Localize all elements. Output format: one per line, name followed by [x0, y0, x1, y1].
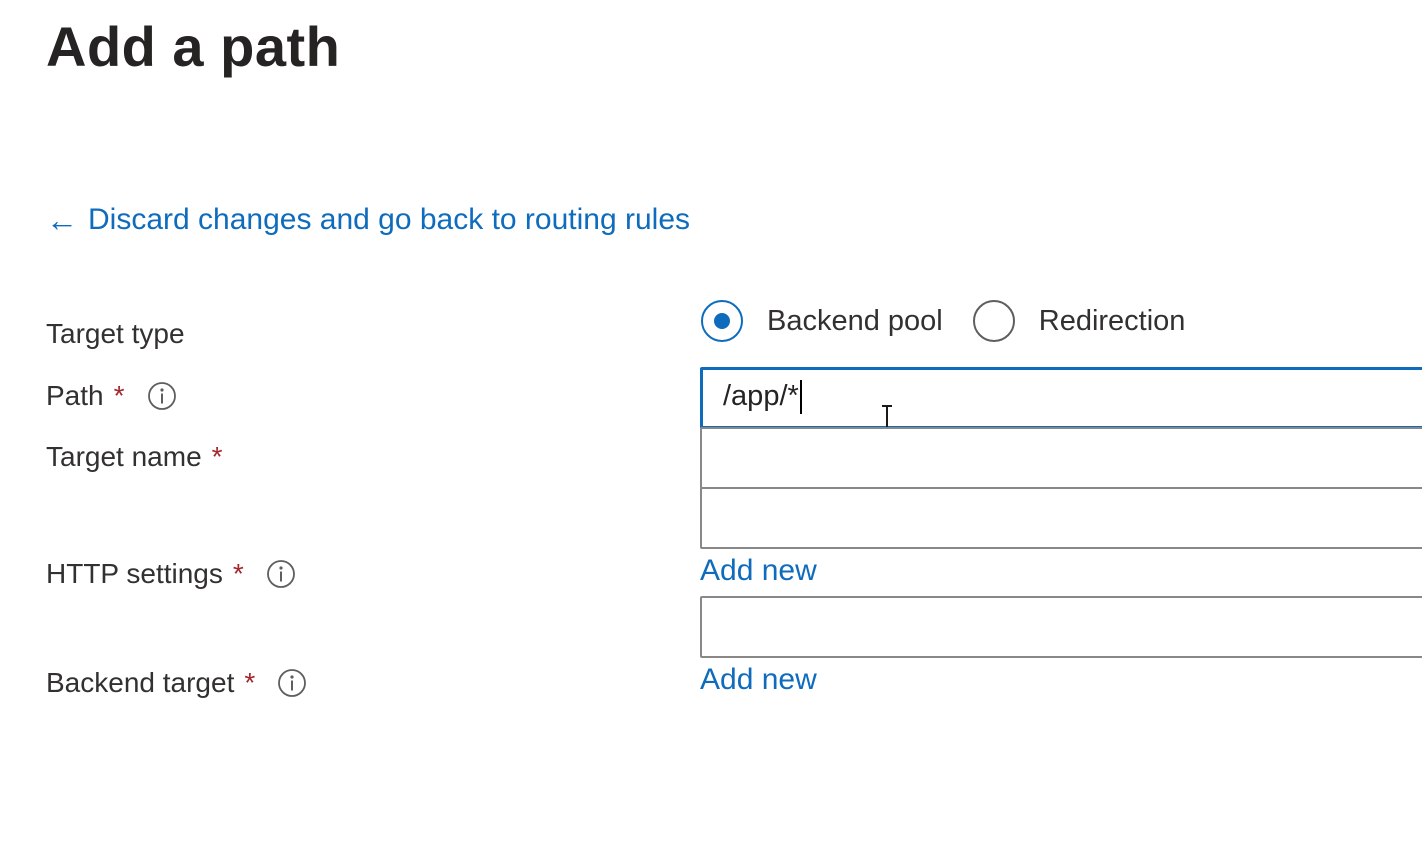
http-settings-add-new-link[interactable]: Add new: [700, 554, 817, 588]
radio-label: Backend pool: [767, 304, 943, 337]
http-settings-dropdown[interactable]: [700, 487, 1422, 549]
backend-target-label: Backend target *: [46, 667, 307, 699]
left-arrow-icon: ←: [46, 202, 78, 238]
info-icon[interactable]: [147, 381, 177, 411]
target-name-input[interactable]: [700, 427, 1422, 489]
info-icon[interactable]: [266, 559, 296, 589]
path-label: Path *: [46, 380, 177, 412]
path-input-value: /app/*: [723, 380, 799, 412]
radio-redirection[interactable]: Redirection: [972, 300, 1186, 342]
radio-label: Redirection: [1038, 304, 1186, 337]
radio-backend-pool[interactable]: Backend pool: [701, 300, 943, 342]
target-name-label: Target name *: [46, 441, 223, 472]
path-input[interactable]: /app/*: [700, 367, 1422, 429]
required-asterisk: *: [232, 558, 244, 589]
discard-back-link[interactable]: ← Discard changes and go back to routing…: [46, 203, 690, 237]
info-icon[interactable]: [277, 668, 307, 698]
radio-unselected-icon[interactable]: [972, 300, 1015, 342]
required-asterisk: *: [211, 441, 223, 472]
required-asterisk: *: [244, 667, 256, 698]
radio-selected-icon[interactable]: [701, 300, 743, 342]
target-type-radio-group: Backend pool Redirection: [701, 300, 1215, 342]
backend-target-dropdown[interactable]: [700, 596, 1422, 658]
http-settings-label: HTTP settings *: [46, 558, 296, 590]
required-asterisk: *: [113, 380, 125, 411]
text-caret: [799, 380, 802, 415]
page-title: Add a path: [46, 15, 341, 78]
back-link-label: Discard changes and go back to routing r…: [88, 203, 691, 236]
target-type-label: Target type: [46, 318, 185, 349]
backend-target-add-new-link[interactable]: Add new: [700, 663, 817, 697]
